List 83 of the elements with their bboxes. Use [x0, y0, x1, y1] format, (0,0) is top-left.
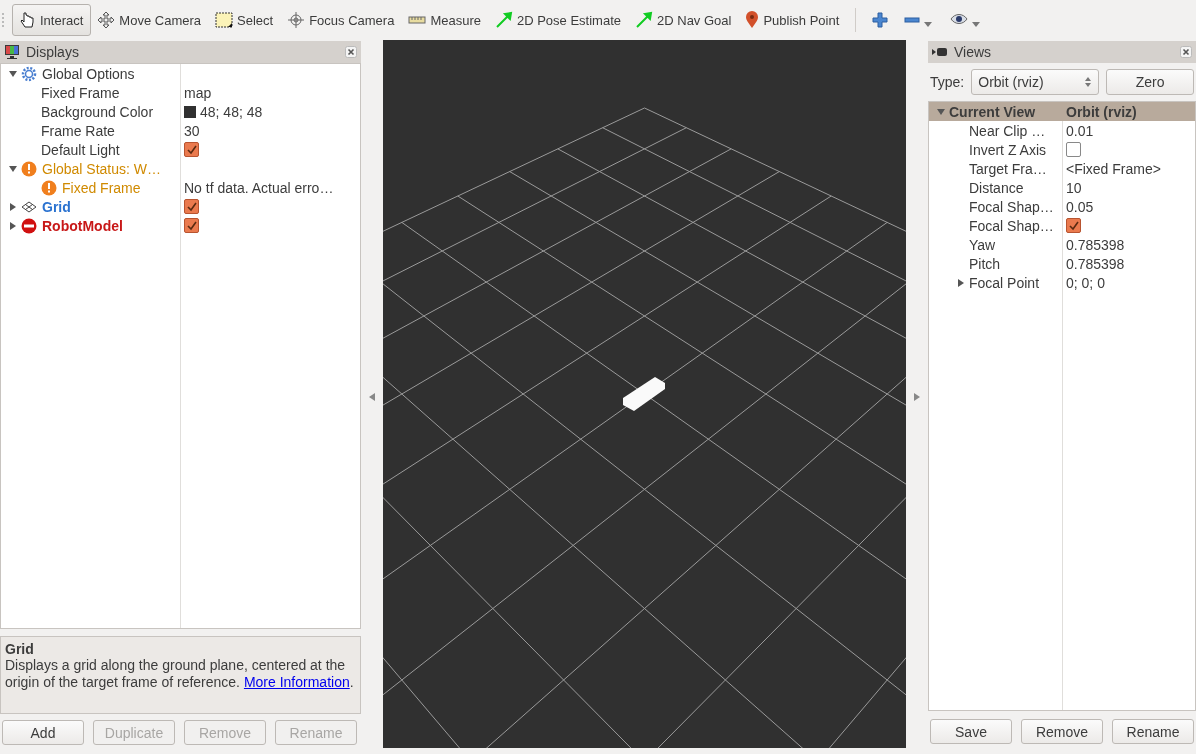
property-name[interactable]: Global Options [42, 65, 135, 82]
property-name[interactable]: Focal Shap… [969, 198, 1054, 215]
close-icon[interactable] [1180, 46, 1192, 58]
camera-icon [932, 46, 948, 58]
panel-button[interactable]: Rename [1112, 719, 1194, 744]
zero-button[interactable]: Zero [1106, 69, 1194, 95]
property-name[interactable]: Invert Z Axis [969, 141, 1047, 158]
property-name[interactable]: Focal Point [969, 274, 1040, 291]
property-name[interactable]: Target Fra… [969, 160, 1047, 177]
description-text: Displays a grid along the ground plane, centered at the origin of the target frame of reference. More Information. [5, 657, 355, 691]
property-name[interactable]: Frame Rate [41, 122, 115, 139]
collapse-left-icon[interactable] [369, 393, 375, 401]
select-icon [215, 12, 233, 28]
collapse-right-icon[interactable] [914, 393, 920, 401]
panel-title: Views [954, 44, 993, 60]
checkbox[interactable] [184, 199, 199, 214]
property-name[interactable]: Focal Shap… [969, 217, 1054, 234]
ruler-icon [408, 15, 427, 25]
expanded-arrow-icon[interactable] [9, 69, 17, 78]
panel-button[interactable]: Add [2, 720, 84, 745]
property-value: No tf data. Actual erro… [184, 179, 334, 196]
panel-button[interactable]: Save [930, 719, 1012, 744]
monitor-icon [4, 44, 20, 60]
arrow-icon [494, 11, 513, 29]
error-icon [21, 217, 37, 234]
panel-title: Displays [26, 44, 80, 60]
warning-icon [41, 179, 57, 196]
tool-button[interactable]: Select [209, 4, 282, 36]
tool-button[interactable]: 2D Pose Estimate [488, 4, 629, 36]
property-value: map [184, 84, 212, 101]
property-name[interactable]: Default Light [41, 141, 120, 158]
property-value: 0.01 [1066, 122, 1094, 139]
tool-button[interactable]: Publish Point [739, 4, 848, 36]
tool-button[interactable]: Measure [402, 4, 489, 36]
hand-icon [18, 11, 36, 29]
tool-button[interactable]: Interact [12, 4, 92, 36]
eye-caret-icon [950, 12, 983, 28]
collapsed-arrow-icon[interactable] [9, 202, 17, 211]
panel-button[interactable]: Remove [1021, 719, 1103, 744]
expanded-arrow-icon[interactable] [937, 107, 945, 116]
property-name[interactable]: RobotModel [42, 217, 123, 234]
move-icon [97, 11, 116, 29]
property-value: 10 [1066, 179, 1082, 196]
property-value: 0; 0; 0 [1066, 274, 1105, 291]
property-value: 48; 48; 48 [200, 103, 263, 120]
tool-button[interactable]: 2D Nav Goal [629, 4, 740, 36]
robot-box [623, 377, 665, 411]
map-pin-icon [745, 11, 760, 29]
arrow-icon [635, 11, 653, 29]
property-name[interactable]: Distance [969, 179, 1024, 196]
grid-icon [21, 200, 37, 213]
checkbox[interactable] [184, 142, 199, 157]
property-value: 30 [184, 122, 200, 139]
property-value: Orbit (rviz) [1066, 103, 1137, 120]
more-information-link[interactable]: More Information [243, 674, 350, 690]
description-title: Grid [5, 641, 35, 657]
property-name[interactable]: Fixed Frame [41, 84, 120, 101]
property-name[interactable]: Near Clip … [969, 122, 1046, 139]
plus-icon [872, 12, 889, 28]
checkbox[interactable] [184, 218, 199, 233]
gear-icon [21, 65, 37, 82]
property-value: 0.785398 [1066, 236, 1125, 253]
checkbox[interactable] [1066, 142, 1081, 157]
expanded-arrow-icon[interactable] [9, 164, 17, 173]
property-value: 0.785398 [1066, 255, 1125, 272]
property-name[interactable]: Yaw [969, 236, 996, 253]
collapsed-arrow-icon[interactable] [9, 221, 17, 230]
type-dropdown[interactable]: Orbit (rviz) [971, 69, 1100, 95]
type-label: Type: [930, 74, 965, 90]
checkbox[interactable] [1066, 218, 1081, 233]
tool-button[interactable]: Focus Camera [281, 4, 403, 36]
spin-arrows-icon [1084, 76, 1093, 88]
property-name[interactable]: Background Color [41, 103, 154, 120]
tool-button[interactable]: Move Camera [91, 4, 209, 36]
property-value: 0.05 [1066, 198, 1094, 215]
property-name[interactable]: Grid [42, 198, 71, 215]
warning-icon [21, 160, 37, 177]
property-name[interactable]: Pitch [969, 255, 1001, 272]
close-icon[interactable] [345, 46, 357, 58]
property-name[interactable]: Current View [949, 103, 1036, 120]
property-value: <Fixed Frame> [1066, 160, 1161, 177]
crosshair-icon [287, 11, 306, 29]
collapsed-arrow-icon[interactable] [957, 278, 965, 287]
